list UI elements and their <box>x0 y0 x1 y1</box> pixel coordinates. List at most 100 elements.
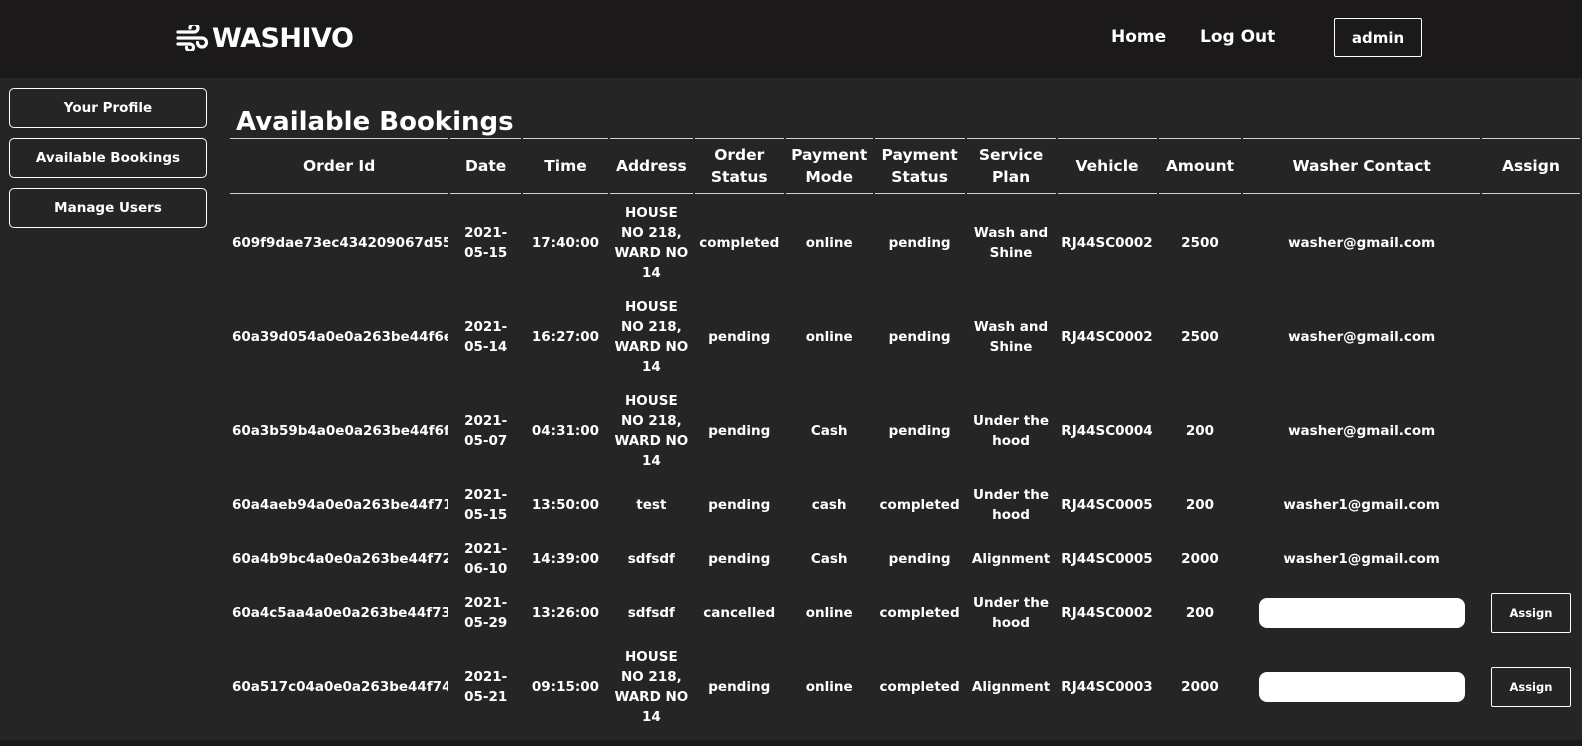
service-plan-cell: Under the hood <box>973 413 1050 449</box>
time-cell: 17:40:00 <box>531 235 600 251</box>
navbar: WASHIVO Home Log Out admin <box>0 0 1582 78</box>
address-cell: HOUSE NO 218, WARD NO 14 <box>614 393 689 469</box>
payment-status-cell: completed <box>879 497 960 513</box>
payment-mode-cell: online <box>805 679 853 695</box>
date-cell: 2021-05-15 <box>464 225 508 261</box>
assign-cell <box>1482 532 1580 586</box>
address-cell: HOUSE NO 218, WARD NO 14 <box>614 299 689 375</box>
assign-button[interactable]: Assign <box>1490 667 1571 707</box>
date-cell: 2021-05-29 <box>464 595 508 631</box>
washer-contact-input[interactable] <box>1258 598 1465 628</box>
column-header: Vehicle <box>1057 138 1157 194</box>
amount-cell: 2500 <box>1181 329 1219 345</box>
payment-status-cell: pending <box>888 423 951 439</box>
table-row: 60a4c5aa4a0e0a263be44f73 2021-05-29 13:2… <box>230 586 1580 640</box>
wind-icon <box>176 25 209 51</box>
time-cell: 16:27:00 <box>531 329 600 345</box>
washer-contact-input[interactable] <box>1258 672 1465 702</box>
payment-status-cell: pending <box>888 329 951 345</box>
date-cell: 2021-05-21 <box>464 669 508 705</box>
date-cell: 2021-05-07 <box>464 413 508 449</box>
brand-logo[interactable]: WASHIVO <box>176 20 354 56</box>
service-plan-cell: Wash and Shine <box>973 225 1049 261</box>
payment-status-cell: pending <box>888 235 951 251</box>
amount-cell: 2000 <box>1181 679 1219 695</box>
amount-cell: 2500 <box>1181 235 1219 251</box>
vehicle-cell: RJ44SC0005 <box>1061 551 1153 567</box>
table-row: 609f9dae73ec434209067d55 2021-05-15 17:4… <box>230 194 1580 290</box>
time-cell: 13:50:00 <box>531 497 600 513</box>
washer-contact-cell <box>1243 586 1479 640</box>
payment-mode-cell: online <box>805 329 853 345</box>
order-status-cell: pending <box>708 551 771 567</box>
table-row: 60a3b59b4a0e0a263be44f6f 2021-05-07 04:3… <box>230 384 1580 478</box>
date-cell: 2021-05-14 <box>464 319 508 355</box>
order-id-cell: 60a4c5aa4a0e0a263be44f73 <box>232 605 449 621</box>
washer-contact-cell: washer@gmail.com <box>1288 423 1436 439</box>
table-row: 60a517c04a0e0a263be44f74 2021-05-21 09:1… <box>230 640 1580 734</box>
payment-mode-cell: online <box>805 235 853 251</box>
payment-mode-cell: cash <box>811 497 847 513</box>
column-header: Order Id <box>230 138 449 194</box>
order-status-cell: completed <box>699 235 780 251</box>
address-cell: HOUSE NO 218, WARD NO 14 <box>614 649 689 725</box>
time-cell: 04:31:00 <box>531 423 600 439</box>
amount-cell: 2000 <box>1181 551 1219 567</box>
column-header: Time <box>523 138 608 194</box>
assign-cell <box>1482 290 1580 384</box>
sidebar-item-available-bookings[interactable]: Available Bookings <box>9 138 207 178</box>
vehicle-cell: RJ44SC0002 <box>1061 235 1153 251</box>
vehicle-cell: RJ44SC0002 <box>1061 329 1153 345</box>
vehicle-cell: RJ44SC0003 <box>1061 679 1153 695</box>
assign-cell <box>1482 478 1580 532</box>
washer-contact-cell: washer@gmail.com <box>1288 329 1436 345</box>
service-plan-cell: Under the hood <box>973 487 1050 523</box>
nav-home-link[interactable]: Home <box>1111 27 1166 47</box>
table-row: 60a4b9bc4a0e0a263be44f72 2021-06-10 14:3… <box>230 532 1580 586</box>
service-plan-cell: Wash and Shine <box>973 319 1049 355</box>
order-status-cell: pending <box>708 497 771 513</box>
washer-contact-cell: washer1@gmail.com <box>1283 497 1440 513</box>
assign-button[interactable]: Assign <box>1490 593 1571 633</box>
order-id-cell: 609f9dae73ec434209067d55 <box>232 235 449 251</box>
amount-cell: 200 <box>1185 605 1215 621</box>
order-id-cell: 60a4aeb94a0e0a263be44f71 <box>232 497 449 513</box>
sidebar-item-manage-users[interactable]: Manage Users <box>9 188 207 228</box>
payment-mode-cell: Cash <box>810 423 848 439</box>
nav-logout-link[interactable]: Log Out <box>1200 27 1275 47</box>
page-bottom-edge <box>0 740 1582 746</box>
bookings-table: Order Id Date Time Address Order Status … <box>228 138 1582 734</box>
washer-contact-cell: washer@gmail.com <box>1288 235 1436 251</box>
payment-status-cell: completed <box>879 605 960 621</box>
washer-contact-cell <box>1243 640 1479 734</box>
order-status-cell: pending <box>708 423 771 439</box>
vehicle-cell: RJ44SC0005 <box>1061 497 1153 513</box>
order-status-cell: pending <box>708 679 771 695</box>
column-header: Amount <box>1158 138 1242 194</box>
service-plan-cell: Alignment <box>971 679 1051 695</box>
vehicle-cell: RJ44SC0002 <box>1061 605 1153 621</box>
assign-cell: Assign <box>1482 586 1580 640</box>
address-cell: HOUSE NO 218, WARD NO 14 <box>614 205 689 281</box>
column-header: Service Plan <box>966 138 1056 194</box>
order-id-cell: 60a3b59b4a0e0a263be44f6f <box>232 423 449 439</box>
order-status-cell: pending <box>708 329 771 345</box>
order-id-cell: 60a39d054a0e0a263be44f6e <box>232 329 449 345</box>
washer-contact-cell: washer1@gmail.com <box>1283 551 1440 567</box>
column-header: Order Status <box>694 138 784 194</box>
order-id-cell: 60a517c04a0e0a263be44f74 <box>232 679 449 695</box>
table-row: 60a4aeb94a0e0a263be44f71 2021-05-15 13:5… <box>230 478 1580 532</box>
payment-status-cell: pending <box>888 551 951 567</box>
page-title: Available Bookings <box>236 107 514 138</box>
sidebar-item-your-profile[interactable]: Your Profile <box>9 88 207 128</box>
payment-mode-cell: Cash <box>810 551 848 567</box>
assign-cell: Assign <box>1482 640 1580 734</box>
service-plan-cell: Alignment <box>971 551 1051 567</box>
user-account-button[interactable]: admin <box>1334 18 1422 57</box>
column-header: Payment Mode <box>785 138 873 194</box>
order-status-cell: cancelled <box>703 605 776 621</box>
payment-status-cell: completed <box>879 679 960 695</box>
vehicle-cell: RJ44SC0004 <box>1061 423 1153 439</box>
time-cell: 09:15:00 <box>531 679 600 695</box>
address-cell: sdfsdf <box>627 605 675 621</box>
